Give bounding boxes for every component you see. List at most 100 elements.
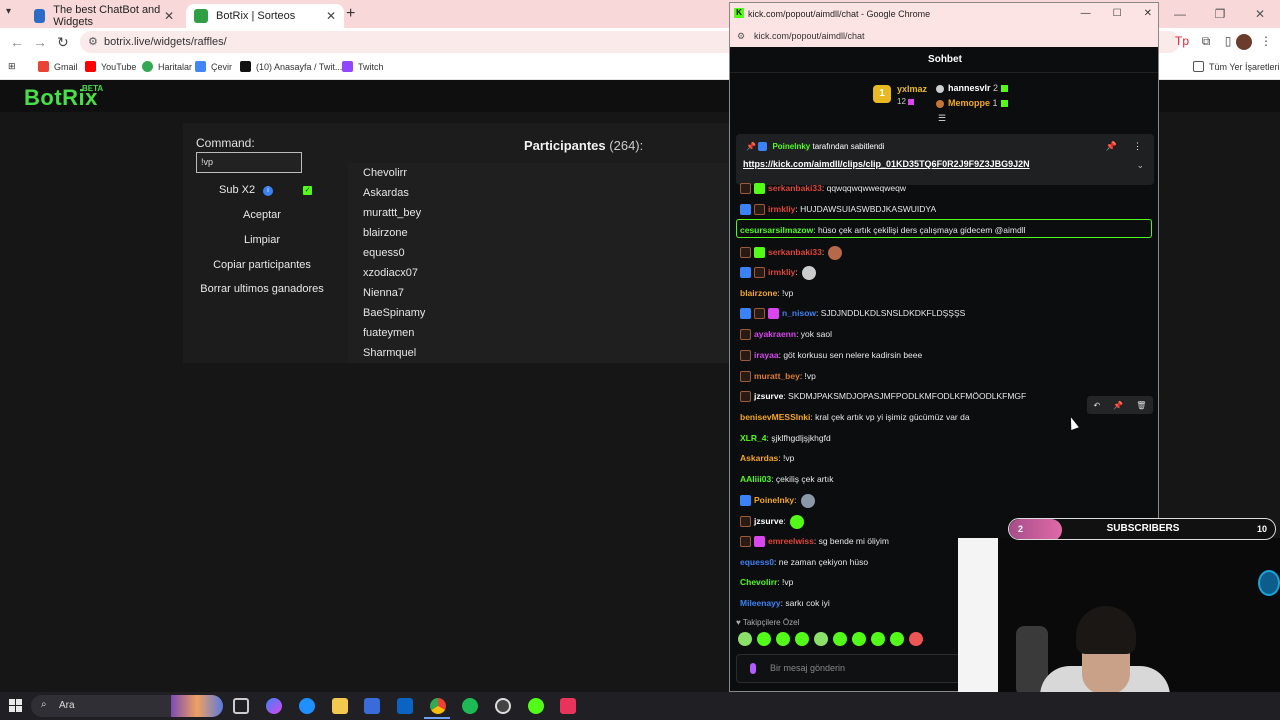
chat-username[interactable]: irmkliy [768, 204, 795, 214]
chat-input[interactable]: Bir mesaj gönderin [736, 654, 971, 683]
close-icon[interactable]: ✕ [164, 9, 174, 23]
chat-message[interactable]: blairzone: !vp [740, 285, 1150, 301]
emote-icon[interactable] [890, 632, 904, 646]
menu-icon[interactable]: ⋮ [1258, 34, 1274, 50]
bookmark-twitch[interactable]: Twitch [342, 61, 384, 72]
unpin-icon[interactable]: 📌 [1106, 141, 1117, 152]
chat-username[interactable]: irayaa [754, 350, 779, 360]
accept-button[interactable]: Aceptar [196, 209, 328, 221]
sidepanel-icon[interactable]: ▯ [1220, 34, 1236, 50]
close-icon[interactable]: ✕ [326, 9, 336, 23]
chat-message[interactable]: Poinelnky: [740, 492, 1150, 508]
close-window-icon[interactable]: ✕ [1144, 3, 1152, 25]
tab-botrix-sorteos[interactable]: BotRix | Sorteos ✕ [186, 4, 344, 28]
tab-chatbot[interactable]: The best ChatBot and Widgets ✕ [26, 4, 182, 28]
copilot-icon[interactable] [266, 698, 282, 714]
chat-message[interactable]: XLR_4: şjklfhgdljşjkhgfd [740, 430, 1150, 446]
chat-username[interactable]: cesursarsilmazow [740, 225, 813, 235]
windows-start-icon[interactable] [9, 699, 22, 712]
emote-icon[interactable] [776, 632, 790, 646]
chrome-icon[interactable] [430, 698, 446, 714]
reply-icon[interactable]: ↶ [1094, 401, 1101, 410]
chat-message[interactable]: serkanbaki33: qqwqqwqwweqweqw [740, 180, 1150, 196]
chat-username[interactable]: irmkliy [768, 267, 795, 277]
emote-icon[interactable] [833, 632, 847, 646]
pin-message-icon[interactable]: 📌 [1113, 401, 1123, 410]
emote-icon[interactable] [814, 632, 828, 646]
sub-x2-checkbox[interactable]: ✓ [303, 186, 312, 195]
bookmark-cevir[interactable]: Çevir [195, 61, 232, 72]
taskbar-search[interactable]: ⌕ Ara [31, 695, 223, 717]
clear-button[interactable]: Limpiar [196, 234, 328, 246]
command-input[interactable]: !vp [196, 152, 302, 173]
leader-first-name[interactable]: yxlmaz [897, 84, 927, 94]
chat-username[interactable]: jzsurve [754, 516, 783, 526]
spotify-icon[interactable] [462, 698, 478, 714]
chat-message[interactable]: irmkliy: [740, 264, 1150, 280]
chat-message[interactable]: ayakraenn: yok saol [740, 326, 1150, 342]
minimize-icon[interactable]: — [1081, 3, 1091, 25]
emote-icon[interactable] [795, 632, 809, 646]
apps-grid-icon[interactable]: ⊞ [8, 61, 16, 72]
reload-icon[interactable]: ↻ [57, 34, 69, 51]
pinned-link[interactable]: https://kick.com/aimdll/clips/clip_01KD3… [743, 159, 1030, 169]
minimize-icon[interactable]: — [1160, 0, 1200, 28]
chat-username[interactable]: Askardas [740, 453, 778, 463]
mic-icon[interactable] [750, 663, 756, 674]
chat-username[interactable]: n_nisow [782, 308, 816, 318]
chat-username[interactable]: Mileenayy [740, 598, 781, 608]
chat-username[interactable]: ayakraenn [754, 329, 796, 339]
pinned-user[interactable]: Poinelnky [772, 142, 810, 151]
maximize-icon[interactable]: ❐ [1200, 0, 1240, 28]
chat-username[interactable]: Poinelnky [754, 495, 794, 505]
task-view-icon[interactable] [233, 698, 249, 714]
chat-username[interactable]: serkanbaki33 [768, 183, 822, 193]
avatar[interactable] [1236, 34, 1252, 50]
chat-username[interactable]: benisevMESSInki [740, 412, 810, 422]
chat-message[interactable]: irayaa: göt korkusu sen nelere kadirsin … [740, 347, 1150, 363]
leader-second[interactable]: hannesvlr 2 [936, 83, 1009, 93]
participants-list[interactable]: Chevolirr Askardas murattt_bey blairzone… [348, 163, 728, 363]
chat-message[interactable]: cesursarsilmazow: hüso çek artık çekiliş… [740, 222, 1150, 238]
new-tab-icon[interactable]: + [346, 5, 355, 23]
emote-icon[interactable] [852, 632, 866, 646]
site-info-icon[interactable]: ⚙ [737, 25, 745, 47]
copy-participants-button[interactable]: Copiar participantes [196, 259, 328, 271]
more-options-icon[interactable]: ⋮ [1133, 141, 1142, 152]
delete-winners-button[interactable]: Borrar ultimos ganadores [196, 283, 328, 295]
bookmark-haritalar[interactable]: Haritalar [142, 61, 192, 72]
info-icon[interactable]: i [263, 186, 273, 196]
chat-username[interactable]: blairzone [740, 288, 777, 298]
bookmark-youtube[interactable]: YouTube [85, 61, 136, 72]
chat-message[interactable]: muratt_bey: !vp [740, 368, 1150, 384]
chat-username[interactable]: serkanbaki33 [768, 247, 822, 257]
leader-third[interactable]: Memoppe 1 [936, 98, 1008, 108]
store-icon[interactable] [364, 698, 380, 714]
emote-icon[interactable] [909, 632, 923, 646]
outlook-icon[interactable] [397, 698, 413, 714]
obs-icon[interactable] [495, 698, 511, 714]
emote-icon[interactable] [738, 632, 752, 646]
chevron-down-icon[interactable]: ⌄ [1136, 160, 1144, 171]
chat-message[interactable]: Askardas: !vp [740, 450, 1150, 466]
extension-tp-icon[interactable]: Tp [1174, 34, 1190, 50]
chat-message[interactable]: serkanbaki33: [740, 244, 1150, 260]
chat-message[interactable]: irmkliy: HUJDAWSUIASWBDJKASWUIDYA [740, 201, 1150, 217]
collapse-icon[interactable]: ☰ [938, 113, 946, 124]
chat-message[interactable]: AAliii03: çekiliş çek artık [740, 471, 1150, 487]
tab-search-icon[interactable]: ▾ [6, 6, 11, 17]
edge-icon[interactable] [299, 698, 315, 714]
emote-icon[interactable] [757, 632, 771, 646]
chat-username[interactable]: emreelwiss [768, 536, 814, 546]
kick-app-icon[interactable] [528, 698, 544, 714]
chat-username[interactable]: AAliii03 [740, 474, 771, 484]
forward-icon[interactable]: → [33, 34, 47, 50]
back-icon[interactable]: ← [10, 34, 24, 50]
file-explorer-icon[interactable] [332, 698, 348, 714]
delete-icon[interactable]: 🗑 [1136, 401, 1146, 410]
bookmark-twitter[interactable]: (10) Anasayfa / Twit... [240, 61, 342, 72]
chat-username[interactable]: Chevolirr [740, 577, 777, 587]
bookmark-gmail[interactable]: Gmail [38, 61, 78, 72]
chat-username[interactable]: XLR_4 [740, 433, 766, 443]
chat-message[interactable]: n_nisow: SJDJNDDLKDLSNSLDKDKFLDŞŞŞS [740, 305, 1150, 321]
